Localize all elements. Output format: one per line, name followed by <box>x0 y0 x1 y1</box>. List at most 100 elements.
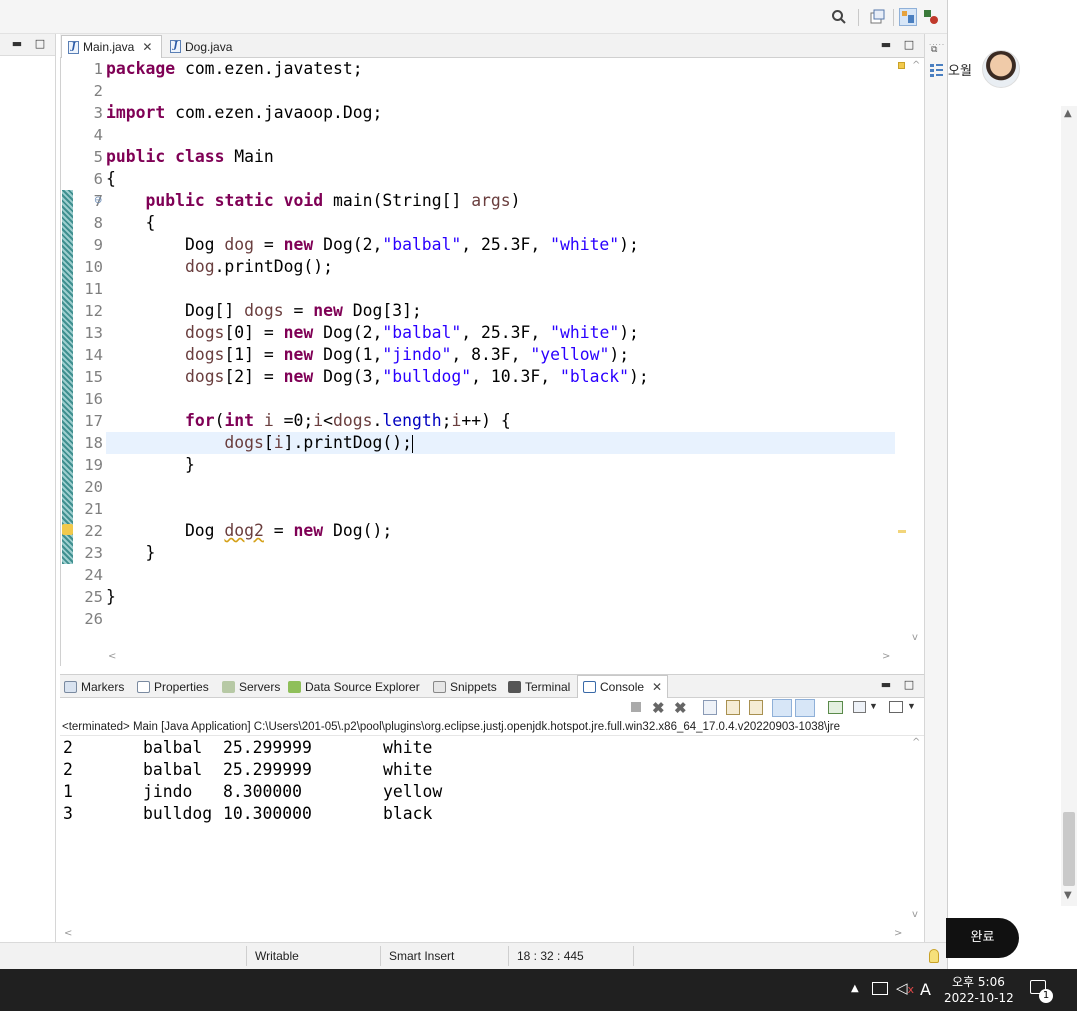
avatar[interactable] <box>982 50 1020 88</box>
scroll-right-icon[interactable]: > <box>882 651 890 662</box>
maximize-icon[interactable]: □ <box>34 38 46 50</box>
open-console-icon[interactable] <box>889 701 903 713</box>
show-on-stderr-icon[interactable] <box>795 699 815 717</box>
package-explorer-header: ▬ □ <box>0 34 55 56</box>
minimize-icon[interactable]: ▬ <box>880 39 892 51</box>
chevron-up-icon[interactable]: ▲ <box>851 983 859 994</box>
tab-terminal[interactable]: Terminal <box>508 675 570 698</box>
scrollbar-thumb[interactable] <box>1063 812 1075 886</box>
tab-data-source-explorer[interactable]: Data Source Explorer <box>288 675 420 698</box>
line-number: 8 <box>93 214 103 232</box>
remove-launch-icon[interactable]: ✖ <box>652 699 665 717</box>
chevron-down-icon[interactable]: ▼ <box>907 701 916 711</box>
editor-horizontal-scrollbar[interactable]: < > <box>106 650 896 666</box>
clear-console-icon[interactable] <box>703 700 717 715</box>
line-number: 13 <box>84 324 103 342</box>
code-line: package com.ezen.javatest; <box>106 59 363 78</box>
tab-label: Data Source Explorer <box>305 679 420 694</box>
tab-servers[interactable]: Servers <box>222 675 280 698</box>
user-name: 오월 <box>948 64 972 79</box>
warning-mark[interactable] <box>898 530 906 533</box>
volume-muted-icon[interactable]: ◁x <box>896 979 914 997</box>
line-number: 23 <box>84 544 103 562</box>
scroll-left-icon[interactable]: < <box>108 651 116 662</box>
side-app-scrollbar[interactable]: ▲ ▼ <box>1061 106 1077 906</box>
network-icon[interactable] <box>872 982 888 995</box>
line-number: 4 <box>93 126 103 144</box>
tab-dog-java[interactable]: J Dog.java <box>164 35 238 58</box>
lightbulb-icon[interactable] <box>929 949 939 963</box>
terminate-icon[interactable] <box>631 702 641 712</box>
maximize-icon[interactable]: □ <box>903 679 915 691</box>
line-number: 6 <box>93 170 103 188</box>
change-ruler <box>61 58 74 648</box>
tab-label: Main.java <box>83 40 135 54</box>
tab-console[interactable]: Console ✕ <box>577 675 669 698</box>
scroll-up-icon[interactable]: ^ <box>912 60 920 71</box>
outline-view-icon[interactable] <box>930 63 943 77</box>
scroll-lock-icon[interactable] <box>726 700 740 715</box>
tab-main-java[interactable]: J Main.java ✕ <box>61 35 162 58</box>
java-ee-perspective-icon[interactable] <box>899 8 917 26</box>
scroll-down-icon[interactable]: v <box>912 909 918 920</box>
word-wrap-icon[interactable] <box>749 700 763 715</box>
console-output[interactable]: 2 balbal 25.299999 white 2 balbal 25.299999 wh… <box>60 737 924 942</box>
maximize-icon[interactable]: □ <box>903 39 915 51</box>
console-vertical-scrollbar[interactable]: ^ v <box>910 737 924 927</box>
line-number: 26 <box>84 610 103 628</box>
editor-vertical-scrollbar[interactable]: ^ v <box>910 58 924 648</box>
tab-label: Markers <box>81 679 125 694</box>
insert-mode-status: Smart Insert <box>389 949 455 963</box>
java-file-icon: J <box>68 40 79 54</box>
fold-collapse-icon[interactable]: ⊖ <box>94 195 102 206</box>
line-number: 18 <box>84 434 103 452</box>
warning-summary-icon[interactable] <box>898 62 905 69</box>
line-number: 15 <box>84 368 103 386</box>
minimize-icon[interactable]: ▬ <box>880 679 892 691</box>
line-number: 16 <box>84 390 103 408</box>
scroll-up-icon[interactable]: ^ <box>912 737 920 748</box>
main-toolbar <box>0 0 947 34</box>
warning-marker-icon[interactable] <box>62 524 73 535</box>
tab-snippets[interactable]: Snippets <box>433 675 497 698</box>
database-icon <box>288 680 301 693</box>
code-line: Dog[] dogs = new Dog[3]; <box>106 301 422 320</box>
scroll-right-icon[interactable]: > <box>894 928 902 939</box>
close-icon[interactable]: ✕ <box>652 680 662 694</box>
show-on-stdout-icon[interactable] <box>772 699 792 717</box>
scroll-down-icon[interactable]: ▼ <box>1064 890 1072 901</box>
scroll-down-icon[interactable]: v <box>912 632 918 643</box>
line-number: 5 <box>93 148 103 166</box>
code-line: } <box>106 455 195 474</box>
scroll-up-icon[interactable]: ▲ <box>1064 108 1072 119</box>
code-line: { <box>106 169 116 188</box>
code-line: public class Main <box>106 147 274 166</box>
close-icon[interactable]: ✕ <box>142 40 152 54</box>
code-editor[interactable]: 1 2 3 4 5 6 7 8 9 10 11 12 13 14 15 16 17 18 19 20 21 22 23 24 2… <box>60 58 924 666</box>
search-icon[interactable] <box>830 8 848 26</box>
restore-icon[interactable]: ⧉ <box>931 44 937 55</box>
chevron-down-icon[interactable]: ▼ <box>869 701 878 711</box>
code-area[interactable]: package com.ezen.javatest; import com.ez… <box>106 58 896 648</box>
tab-markers[interactable]: Markers <box>64 675 124 698</box>
clock-time[interactable]: 오후 5:06 <box>952 973 1005 990</box>
display-selected-console-icon[interactable] <box>853 701 866 713</box>
overview-ruler[interactable] <box>896 58 910 648</box>
input-method-indicator[interactable]: A <box>920 980 931 999</box>
remove-all-launches-icon[interactable]: ✖ <box>674 699 687 717</box>
tab-label: Servers <box>239 679 281 694</box>
java-perspective-icon[interactable] <box>922 8 940 26</box>
clock-date[interactable]: 2022-10-12 <box>944 991 1014 1005</box>
code-line: dogs[2] = new Dog(3,"bulldog", 10.3F, "b… <box>184 367 649 386</box>
minimize-icon[interactable]: ▬ <box>11 38 23 50</box>
line-number: 19 <box>84 456 103 474</box>
tab-properties[interactable]: Properties <box>137 675 209 698</box>
console-horizontal-scrollbar[interactable]: < > <box>60 928 910 942</box>
terminal-icon <box>508 680 521 693</box>
pin-console-icon[interactable] <box>828 701 843 714</box>
code-line: import com.ezen.javaoop.Dog; <box>106 103 383 122</box>
code-line: } <box>106 587 116 606</box>
open-perspective-icon[interactable] <box>868 8 886 26</box>
done-button[interactable]: 완료 <box>946 918 1019 958</box>
scroll-left-icon[interactable]: < <box>64 928 72 939</box>
